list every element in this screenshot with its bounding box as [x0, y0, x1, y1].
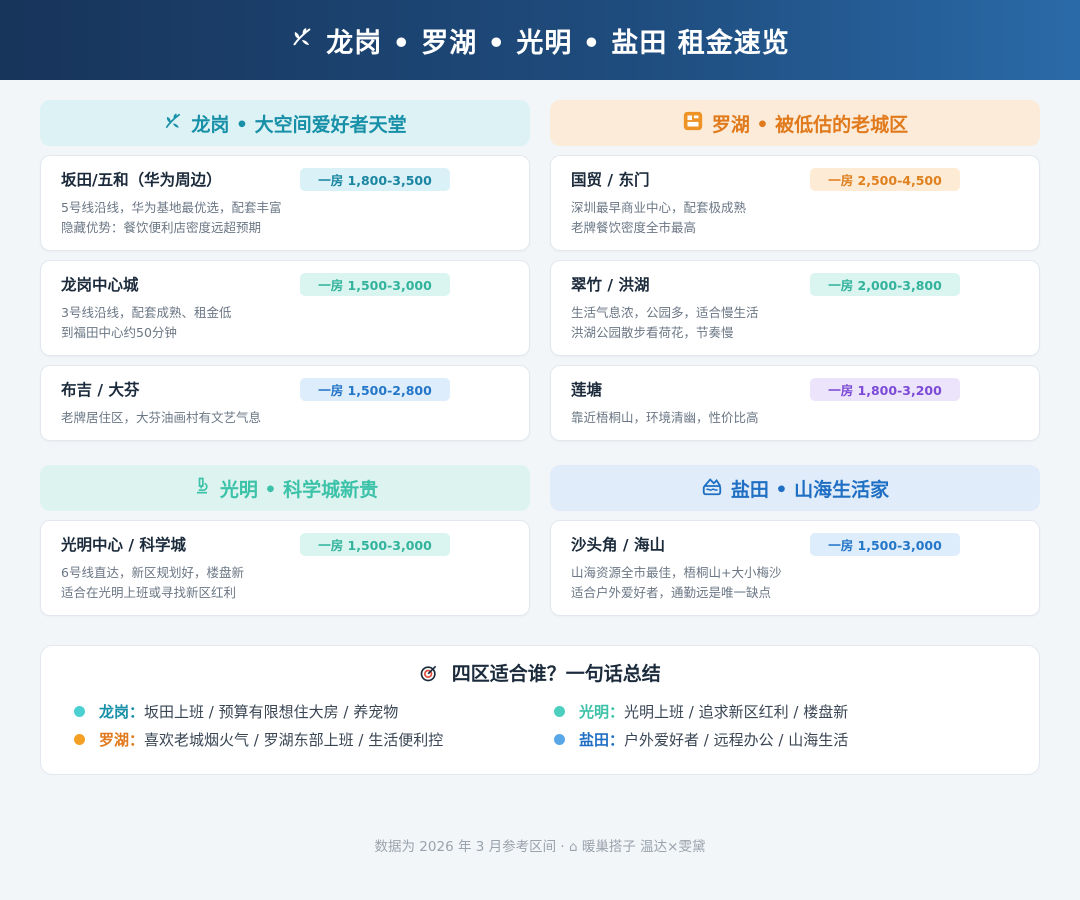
district-header: 光明 • 科学城新贵 — [40, 465, 530, 511]
district-title: 罗湖 • 被低估的老城区 — [711, 113, 909, 136]
summary-label: 盐田： — [579, 731, 625, 749]
area-description: 6号线直达，新区规划好，楼盘新 适合在光明上班或寻找新区红利 — [61, 565, 244, 600]
summary-text: 户外爱好者 / 远程办公 / 山海生活 — [624, 731, 849, 749]
summary-item-yantian: 盐田： 户外爱好者 / 远程办公 / 山海生活 — [554, 729, 848, 750]
district-title: 龙岗 • 大空间爱好者天堂 — [191, 113, 407, 136]
leaf-icon — [290, 25, 314, 55]
summary-item-luohu: 罗湖： 喜欢老城烟火气 / 罗湖东部上班 / 生活便利控 — [74, 729, 443, 750]
area-card[interactable]: 莲塘 一房 1,800-3,200 靠近梧桐山，环境清幽，性价比高 — [550, 365, 1040, 441]
price-badge: 一房 2,000-3,800 — [810, 273, 960, 296]
summary-item-longgang: 龙岗： 坂田上班 / 预算有限想住大房 / 养宠物 — [74, 701, 398, 722]
district-header: 罗湖 • 被低估的老城区 — [550, 100, 1040, 146]
price-badge: 一房 1,500-2,800 — [300, 378, 450, 401]
area-card[interactable]: 坂田/五和（华为周边） 一房 1,800-3,500 5号线沿线，华为基地最优选… — [40, 155, 530, 251]
district-header: 盐田 • 山海生活家 — [550, 465, 1040, 511]
page-header: 龙岗 • 罗湖 • 光明 • 盐田 租金速览 — [0, 0, 1080, 80]
area-description: 靠近梧桐山，环境清幽，性价比高 — [571, 410, 759, 425]
area-card[interactable]: 沙头角 / 海山 一房 1,500-3,000 山海资源全市最佳，梧桐山+大小梅… — [550, 520, 1040, 616]
summary-label: 罗湖： — [99, 731, 145, 749]
area-card[interactable]: 光明中心 / 科学城 一房 1,500-3,000 6号线直达，新区规划好，楼盘… — [40, 520, 530, 616]
page-title: 龙岗 • 罗湖 • 光明 • 盐田 租金速览 — [326, 27, 790, 59]
area-card[interactable]: 国贸 / 东门 一房 2,500-4,500 深圳最早商业中心，配套极成熟 老牌… — [550, 155, 1040, 251]
leaf-icon — [163, 111, 183, 136]
district-longgang: 龙岗 • 大空间爱好者天堂 坂田/五和（华为周边） 一房 1,800-3,500… — [40, 100, 530, 441]
old-building-icon — [682, 110, 704, 137]
district-header: 龙岗 • 大空间爱好者天堂 — [40, 100, 530, 146]
price-badge: 一房 1,500-3,000 — [300, 533, 450, 556]
footer-note: 数据为 2026 年 3 月参考区间 · ⌂ 暖巢搭子 温达×雯黛 — [374, 839, 706, 855]
district-title: 光明 • 科学城新贵 — [219, 478, 379, 501]
summary-label: 光明： — [579, 703, 625, 721]
price-badge: 一房 2,500-4,500 — [810, 168, 960, 191]
district-yantian: 盐田 • 山海生活家 沙头角 / 海山 一房 1,500-3,000 山海资源全… — [550, 465, 1040, 616]
dot-icon — [74, 706, 85, 717]
district-guangming: 光明 • 科学城新贵 光明中心 / 科学城 一房 1,500-3,000 6号线… — [40, 465, 530, 616]
area-description: 5号线沿线，华为基地最优选，配套丰富 隐藏优势：餐饮便利店密度远超预期 — [61, 200, 282, 235]
summary-title: 四区适合谁？一句话总结 — [41, 659, 1039, 686]
dot-icon — [554, 734, 565, 745]
price-badge: 一房 1,500-3,000 — [300, 273, 450, 296]
area-description: 深圳最早商业中心，配套极成熟 老牌餐饮密度全市最高 — [571, 200, 747, 235]
price-badge: 一房 1,800-3,500 — [300, 168, 450, 191]
area-card[interactable]: 布吉 / 大芬 一房 1,500-2,800 老牌居住区，大芬油画村有文艺气息 — [40, 365, 530, 441]
microscope-icon — [192, 476, 212, 501]
district-luohu: 罗湖 • 被低估的老城区 国贸 / 东门 一房 2,500-4,500 深圳最早… — [550, 100, 1040, 441]
summary-text: 喜欢老城烟火气 / 罗湖东部上班 / 生活便利控 — [144, 731, 444, 749]
area-description: 山海资源全市最佳，梧桐山+大小梅沙 适合户外爱好者，通勤远是唯一缺点 — [571, 565, 782, 600]
price-badge: 一房 1,800-3,200 — [810, 378, 960, 401]
summary-item-guangming: 光明： 光明上班 / 追求新区红利 / 楼盘新 — [554, 701, 848, 722]
dot-icon — [554, 706, 565, 717]
summary-label: 龙岗： — [99, 703, 145, 721]
district-title: 盐田 • 山海生活家 — [730, 478, 890, 501]
area-description: 3号线沿线，配套成熟、租金低 到福田中心约50分钟 — [61, 305, 232, 340]
summary-panel: 四区适合谁？一句话总结 龙岗： 坂田上班 / 预算有限想住大房 / 养宠物 罗湖… — [40, 645, 1040, 775]
dot-icon — [74, 734, 85, 745]
area-card[interactable]: 龙岗中心城 一房 1,500-3,000 3号线沿线，配套成熟、租金低 到福田中… — [40, 260, 530, 356]
price-badge: 一房 1,500-3,000 — [810, 533, 960, 556]
target-icon — [419, 663, 446, 685]
area-description: 生活气息浓，公园多，适合慢生活 洪湖公园散步看荷花，节奏慢 — [571, 305, 759, 340]
sea-mountain-icon — [701, 475, 723, 502]
area-description: 老牌居住区，大芬油画村有文艺气息 — [61, 410, 262, 425]
summary-text: 光明上班 / 追求新区红利 / 楼盘新 — [624, 703, 849, 721]
area-card[interactable]: 翠竹 / 洪湖 一房 2,000-3,800 生活气息浓，公园多，适合慢生活 洪… — [550, 260, 1040, 356]
summary-text: 坂田上班 / 预算有限想住大房 / 养宠物 — [144, 703, 399, 721]
